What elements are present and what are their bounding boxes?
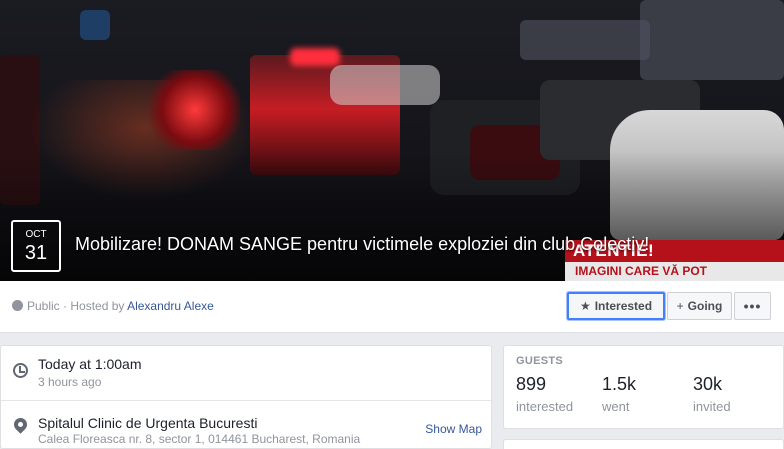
privacy-label: Public [27, 299, 60, 313]
more-options-button[interactable]: ••• [734, 292, 771, 320]
more-icon: ••• [743, 298, 762, 314]
guests-stat-label: invited [693, 399, 731, 414]
event-action-bar: Public · Hosted by Alexandru Alexe ★ Int… [0, 281, 784, 333]
guests-stat-value: 30k [693, 374, 723, 394]
guests-stat-interested[interactable]: 899 interested [516, 374, 573, 414]
event-privacy-info: Public · Hosted by Alexandru Alexe [12, 299, 214, 313]
event-time-row[interactable]: Today at 1:00am 3 hours ago [1, 346, 493, 401]
event-time-relative: 3 hours ago [38, 375, 102, 389]
going-button-label: Going [687, 299, 723, 313]
going-button[interactable]: + Going [667, 292, 732, 320]
event-date-day: 31 [24, 242, 48, 264]
event-location-name: Spitalul Clinic de Urgenta Bucuresti [38, 415, 258, 431]
guests-card: GUESTS 899 interested 1.5k went 30k invi… [503, 345, 784, 429]
guests-heading: GUESTS [516, 355, 564, 367]
plus-icon: + [676, 299, 684, 313]
event-date-month: OCT [25, 229, 47, 240]
star-icon: ★ [579, 299, 591, 313]
show-map-link[interactable]: Show Map [425, 422, 482, 436]
next-card-partial [503, 439, 784, 449]
cover-photo: ATENTIE! IMAGINI CARE VĂ POT OCT 31 Mobi… [0, 0, 784, 281]
guests-stat-label: interested [516, 399, 574, 414]
event-location-address: Calea Floreasca nr. 8, sector 1, 014461 … [38, 432, 361, 446]
host-link[interactable]: Alexandru Alexe [127, 299, 214, 313]
clock-icon [13, 363, 28, 378]
event-title: Mobilizare! DONAM SANGE pentru victimele… [75, 234, 650, 254]
event-date-badge: OCT 31 [11, 220, 61, 272]
guests-stat-value: 899 [516, 374, 547, 394]
hosted-by-label: · Hosted by [63, 299, 125, 313]
event-details-card: Today at 1:00am 3 hours ago Spitalul Cli… [0, 345, 493, 449]
interested-button-label: Interested [594, 299, 653, 313]
guests-stat-value: 1.5k [602, 374, 637, 394]
tv-banner-subline: IMAGINI CARE VĂ POT [565, 262, 784, 281]
event-time: Today at 1:00am [38, 356, 142, 372]
guests-stat-label: went [602, 399, 630, 414]
globe-icon [12, 300, 23, 311]
interested-button[interactable]: ★ Interested [567, 292, 665, 320]
map-pin-icon [11, 415, 30, 434]
guests-stat-went[interactable]: 1.5k went [602, 374, 636, 414]
event-location-row[interactable]: Spitalul Clinic de Urgenta Bucuresti Cal… [1, 402, 493, 449]
guests-stat-invited[interactable]: 30k invited [693, 374, 731, 414]
